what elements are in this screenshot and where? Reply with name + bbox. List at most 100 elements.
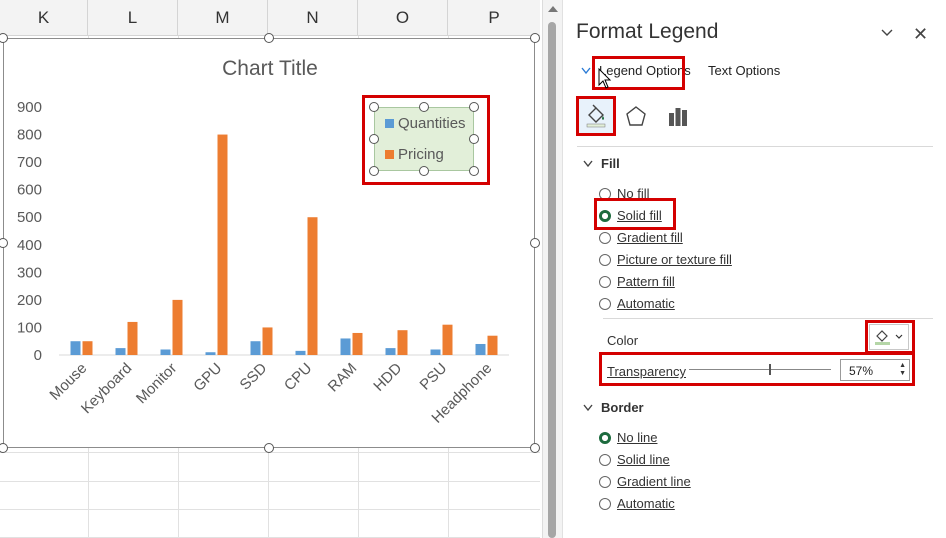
radio-button[interactable]: [599, 497, 611, 510]
x-tick-label: PSU: [416, 360, 450, 394]
y-tick-label: 900: [17, 99, 42, 116]
radio-solid-line[interactable]: Solid line: [599, 452, 670, 467]
bar-pricing-ssd[interactable]: [262, 327, 273, 355]
radio-button-selected[interactable]: [599, 209, 611, 222]
transparency-slider-thumb[interactable]: [769, 364, 771, 375]
radio-label: Solid fill: [617, 208, 662, 223]
scroll-thumb[interactable]: [548, 22, 556, 538]
bar-quantities-headphone[interactable]: [475, 343, 486, 355]
radio-button[interactable]: [599, 475, 611, 488]
chart-resize-handle[interactable]: [264, 443, 274, 453]
radio-button[interactable]: [599, 231, 611, 244]
bar-quantities-keyboard[interactable]: [115, 348, 126, 355]
transparency-spinbox[interactable]: 57% ▲ ▼: [840, 359, 910, 381]
pane-title: Format Legend: [576, 20, 719, 43]
bar-quantities-hdd[interactable]: [385, 348, 396, 355]
y-tick-label: 600: [17, 182, 42, 199]
bar-quantities-psu[interactable]: [430, 349, 441, 355]
effects-tab[interactable]: [618, 98, 654, 134]
scroll-up-arrow-icon[interactable]: [548, 6, 558, 12]
bar-quantities-ram[interactable]: [340, 338, 351, 355]
bar-pricing-cpu[interactable]: [307, 217, 318, 355]
legend-resize-handle[interactable]: [419, 166, 429, 176]
legend-resize-handle[interactable]: [469, 166, 479, 176]
radio-button-selected[interactable]: [599, 431, 611, 444]
chart-resize-handle[interactable]: [530, 238, 540, 248]
legend-resize-handle[interactable]: [469, 134, 479, 144]
radio-button[interactable]: [599, 297, 611, 310]
x-tick-label: Mouse: [46, 360, 90, 404]
radio-button[interactable]: [599, 187, 611, 200]
fill-color-picker[interactable]: [869, 324, 909, 350]
radio-pattern-fill[interactable]: Pattern fill: [599, 274, 675, 289]
x-tick-label: Monitor: [133, 360, 180, 407]
bar-pricing-psu[interactable]: [442, 324, 453, 355]
bar-pricing-keyboard[interactable]: [127, 321, 138, 355]
chart-legend[interactable]: Quantities Pricing: [374, 107, 474, 171]
legend-resize-handle[interactable]: [469, 102, 479, 112]
legend-resize-handle[interactable]: [369, 102, 379, 112]
chart-resize-handle[interactable]: [530, 443, 540, 453]
radio-button[interactable]: [599, 453, 611, 466]
legend-options-tab-icon[interactable]: [660, 98, 696, 134]
legend-entry-pricing[interactable]: Pricing: [385, 146, 444, 163]
vertical-scrollbar[interactable]: [542, 0, 562, 538]
border-section-header[interactable]: Border: [583, 400, 644, 415]
transparency-value: 57%: [849, 364, 874, 378]
bar-quantities-mouse[interactable]: [70, 341, 81, 355]
radio-automatic-line[interactable]: Automatic: [599, 496, 675, 511]
radio-automatic-fill[interactable]: Automatic: [599, 296, 675, 311]
bar-quantities-gpu[interactable]: [205, 352, 216, 355]
column-header-m[interactable]: M: [178, 0, 268, 36]
radio-label: Automatic: [617, 296, 675, 311]
y-tick-label: 300: [17, 264, 42, 281]
chart-plot[interactable]: 9008007006005004003002001000MouseKeyboar…: [4, 39, 536, 449]
legend-resize-handle[interactable]: [369, 134, 379, 144]
border-section-label: Border: [601, 400, 644, 415]
radio-label: No line: [617, 430, 658, 445]
radio-gradient-fill[interactable]: Gradient fill: [599, 230, 683, 245]
legend-resize-handle[interactable]: [419, 102, 429, 112]
bar-quantities-ssd[interactable]: [250, 341, 261, 355]
bar-pricing-ram[interactable]: [352, 332, 363, 355]
column-header-n[interactable]: N: [268, 0, 358, 36]
spin-arrows-icon[interactable]: ▲ ▼: [899, 362, 906, 378]
bar-pricing-headphone[interactable]: [487, 335, 498, 355]
bar-pricing-gpu[interactable]: [217, 134, 228, 355]
bar-quantities-cpu[interactable]: [295, 350, 306, 355]
radio-solid-fill[interactable]: Solid fill: [599, 208, 662, 223]
radio-no-fill[interactable]: No fill: [599, 186, 650, 201]
y-tick-label: 700: [17, 154, 42, 171]
column-header-p[interactable]: P: [448, 0, 540, 36]
radio-no-line[interactable]: No line: [599, 430, 657, 445]
close-pane-icon[interactable]: ✕: [913, 24, 928, 45]
y-tick-label: 0: [34, 347, 42, 364]
radio-button[interactable]: [599, 275, 611, 288]
y-tick-label: 200: [17, 292, 42, 309]
column-header-k[interactable]: K: [0, 0, 88, 36]
tab-text-options[interactable]: Text Options: [708, 63, 780, 78]
radio-label: Solid line: [617, 452, 670, 467]
chart-resize-handle[interactable]: [264, 33, 274, 43]
bar-pricing-mouse[interactable]: [82, 341, 93, 355]
column-header-o[interactable]: O: [358, 0, 448, 36]
fill-section-header[interactable]: Fill: [583, 156, 620, 171]
chart-resize-handle[interactable]: [530, 33, 540, 43]
radio-button[interactable]: [599, 253, 611, 266]
legend-entry-quantities[interactable]: Quantities: [385, 115, 466, 132]
bar-pricing-hdd[interactable]: [397, 330, 408, 355]
radio-gradient-line[interactable]: Gradient line: [599, 474, 691, 489]
pane-options-chevron-down-icon[interactable]: [881, 26, 893, 38]
tab-legend-options[interactable]: Legend Options: [599, 63, 691, 78]
fill-line-tab[interactable]: [578, 98, 614, 134]
bar-quantities-monitor[interactable]: [160, 349, 171, 355]
transparency-slider-track[interactable]: [689, 369, 831, 370]
bar-pricing-monitor[interactable]: [172, 299, 183, 355]
radio-picture-texture-fill[interactable]: Picture or texture fill: [599, 252, 732, 267]
legend-resize-handle[interactable]: [369, 166, 379, 176]
spreadsheet-grid[interactable]: K L M N O P Chart Title 900 800 700 600 500 4…: [0, 0, 540, 538]
tab-chevron-down-icon: [581, 67, 591, 75]
fill-line-icon: [586, 104, 606, 128]
chart-area[interactable]: Chart Title 900 800 700 600 500 400 300 200 100 0…: [3, 38, 535, 448]
column-header-l[interactable]: L: [88, 0, 178, 36]
